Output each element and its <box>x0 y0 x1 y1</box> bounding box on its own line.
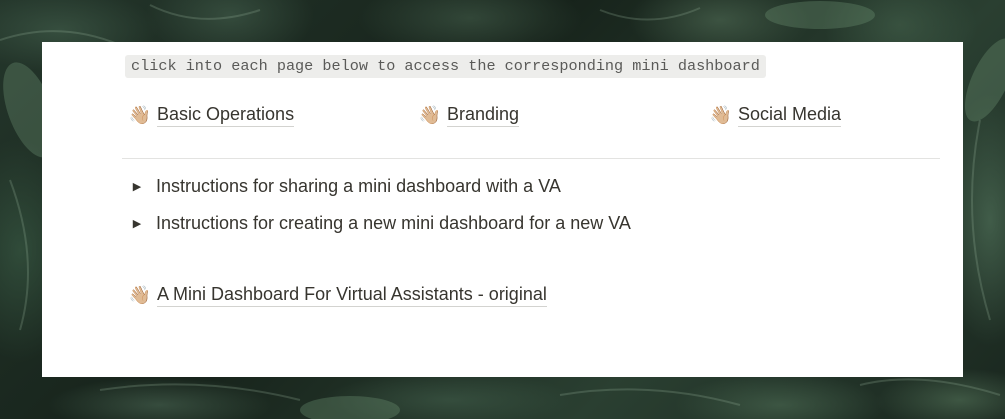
waving-hand-icon: 👋🏼 <box>128 104 152 126</box>
page-link-social-media[interactable]: 👋🏼 Social Media <box>709 104 842 127</box>
divider <box>122 158 940 159</box>
waving-hand-icon: 👋🏼 <box>709 104 733 126</box>
page-link-original-dashboard[interactable]: 👋🏼 A Mini Dashboard For Virtual Assistan… <box>128 284 547 307</box>
notion-page-card: click into each page below to access the… <box>42 42 963 377</box>
page-link-label: Social Media <box>738 104 842 127</box>
instruction-code-text: click into each page below to access the… <box>125 55 766 78</box>
toggle-creating-instructions[interactable]: ▶ Instructions for creating a new mini d… <box>130 213 631 234</box>
toggle-label: Instructions for creating a new mini das… <box>156 213 631 233</box>
page-link-basic-operations[interactable]: 👋🏼 Basic Operations <box>128 104 295 127</box>
waving-hand-icon: 👋🏼 <box>418 104 442 126</box>
page-link-label: Branding <box>447 104 520 127</box>
page-link-label: Basic Operations <box>157 104 295 127</box>
toggle-label: Instructions for sharing a mini dashboar… <box>156 176 561 196</box>
waving-hand-icon: 👋🏼 <box>128 284 152 306</box>
triangle-right-icon[interactable]: ▶ <box>130 180 144 193</box>
triangle-right-icon[interactable]: ▶ <box>130 217 144 230</box>
page-link-branding[interactable]: 👋🏼 Branding <box>418 104 520 127</box>
toggle-sharing-instructions[interactable]: ▶ Instructions for sharing a mini dashbo… <box>130 176 561 197</box>
page-link-label: A Mini Dashboard For Virtual Assistants … <box>157 284 547 307</box>
